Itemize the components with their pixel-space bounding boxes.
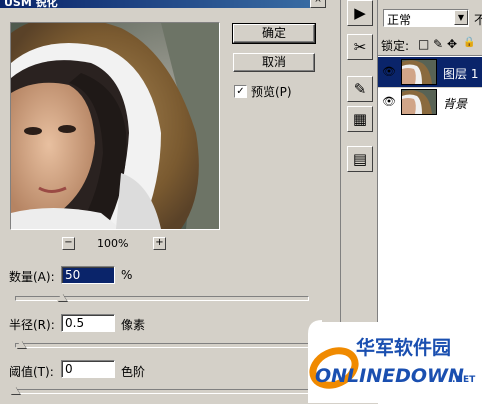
opacity-label: 不: [474, 13, 482, 27]
cancel-button[interactable]: 取消: [233, 53, 315, 72]
lock-all-icon[interactable]: 🔒: [463, 37, 475, 48]
watermark-cn-text: 华军软件园: [356, 336, 451, 359]
portrait-photo: [11, 23, 219, 229]
lock-transparency-icon[interactable]: □: [418, 37, 429, 51]
radius-unit: 像素: [121, 318, 146, 332]
watermark-en-text: ONLINEDOWN: [315, 365, 464, 387]
threshold-label: 阈值(T):: [9, 365, 54, 379]
ok-button[interactable]: 确定: [232, 23, 316, 44]
dialog-title: USM 锐化: [4, 0, 58, 9]
layer-thumbnail-image: [402, 60, 436, 84]
eye-icon[interactable]: 👁: [381, 94, 397, 110]
onlinedown-logo: 华军软件园 ONLINEDOWN .NET: [308, 320, 482, 403]
blend-mode-value: 正常: [387, 13, 412, 27]
scissors-tools-icon[interactable]: ✂: [347, 34, 373, 60]
eye-icon[interactable]: 👁: [381, 64, 397, 80]
threshold-slider-track[interactable]: [15, 389, 309, 394]
radius-input[interactable]: [61, 314, 115, 332]
amount-input[interactable]: [61, 266, 115, 284]
threshold-unit: 色阶: [121, 365, 146, 379]
play-icon[interactable]: ▶: [347, 0, 373, 26]
layer-name[interactable]: 图层 1: [443, 65, 478, 82]
threshold-input[interactable]: [61, 360, 115, 378]
lock-label: 锁定:: [381, 39, 410, 53]
zoom-out-button[interactable]: −: [62, 237, 75, 250]
watermark-suffix: .NET: [452, 375, 476, 385]
channels-icon[interactable]: ▦: [347, 106, 373, 132]
amount-slider-thumb[interactable]: [56, 293, 67, 301]
preview-checkbox[interactable]: ✓: [234, 85, 247, 98]
radius-slider-thumb[interactable]: [15, 340, 26, 348]
radius-label: 半径(R):: [9, 318, 55, 332]
lock-move-icon[interactable]: ✥: [447, 37, 457, 51]
zoom-in-button[interactable]: +: [153, 237, 166, 250]
amount-label: 数量(A):: [9, 270, 55, 284]
radius-slider-track[interactable]: [15, 343, 309, 348]
preview-image[interactable]: [10, 22, 220, 230]
amount-unit: %: [121, 268, 133, 282]
document-panel-icon[interactable]: ▤: [347, 146, 373, 172]
layer-name[interactable]: 背景: [443, 95, 467, 112]
brush-stamp-icon[interactable]: ✎: [347, 76, 373, 102]
layer-thumbnail: [401, 59, 437, 85]
chevron-down-icon[interactable]: ▼: [454, 10, 468, 25]
layer-thumbnail-image: [402, 90, 436, 114]
close-button[interactable]: ×: [310, 0, 326, 8]
layer-thumbnail: [401, 89, 437, 115]
lock-paint-icon[interactable]: ✎: [433, 37, 443, 51]
threshold-slider-thumb[interactable]: [10, 386, 20, 394]
zoom-level: 100%: [97, 237, 129, 250]
watermark-logo: 华军软件园 ONLINEDOWN .NET: [308, 320, 482, 403]
preview-checkbox-label[interactable]: 预览(P): [251, 83, 292, 100]
